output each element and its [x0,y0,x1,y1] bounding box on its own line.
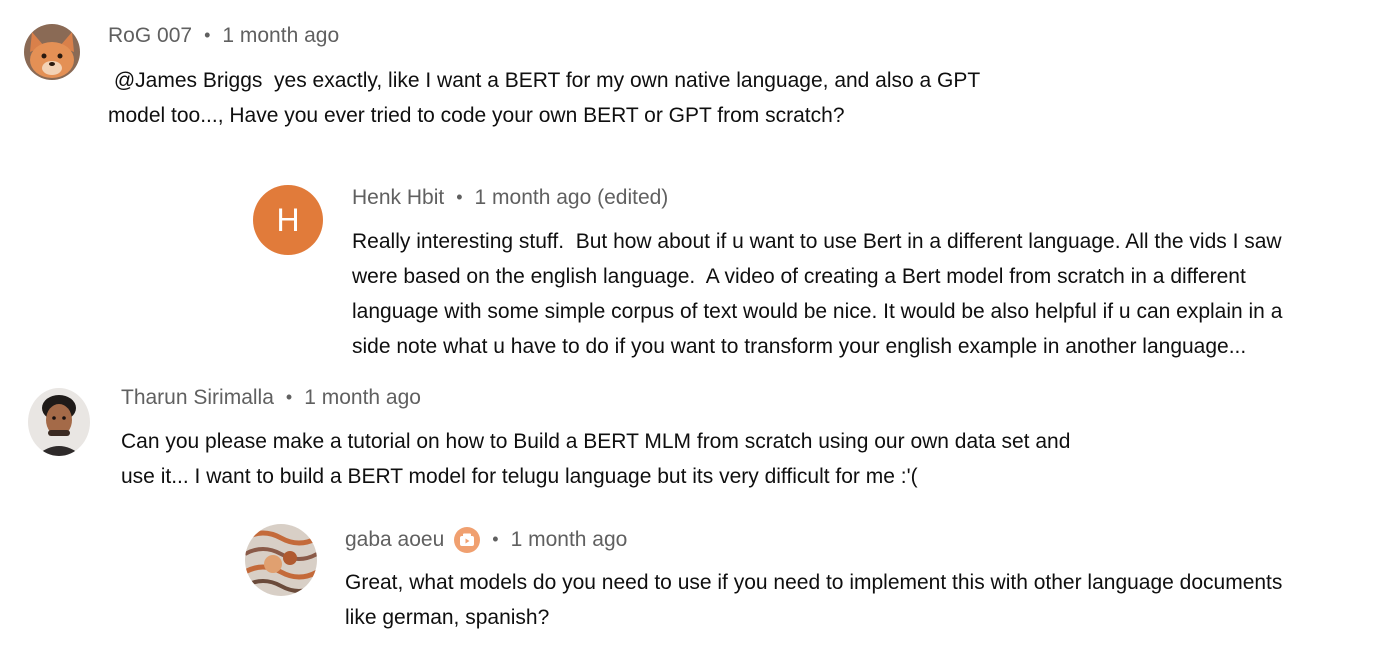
comment-text: Great, what models do you need to use if… [345,571,1283,629]
comment-meta: Tharun Sirimalla • 1 month ago [121,386,421,410]
avatar-gaba-aoeu[interactable] [245,524,317,596]
meta-separator: • [456,186,463,207]
author-name[interactable]: gaba aoeu [345,528,444,552]
meta-separator: • [492,528,499,549]
comment-text: @James Briggs yes exactly, like I want a… [108,69,981,127]
comment-text: Can you please make a tutorial on how to… [121,430,1071,488]
member-badge-icon [454,527,481,553]
comment-meta: RoG 007 • 1 month ago [108,24,339,48]
avatar-tharun-sirimalla[interactable] [28,388,90,456]
comment-meta: gaba aoeu • 1 month ago [345,527,627,553]
comment-timestamp[interactable]: 1 month ago [222,24,339,48]
fox-avatar-icon [24,24,80,80]
comment-text: Really interesting stuff. But how about … [352,230,1283,358]
avatar-henk-hbit[interactable]: H [253,185,323,255]
avatar-rog-007[interactable] [24,24,80,80]
avatar-letter: H [276,201,300,238]
person-avatar-icon [28,388,90,456]
comment-meta: Henk Hbit • 1 month ago (edited) [352,186,668,210]
author-name[interactable]: RoG 007 [108,24,192,48]
author-name[interactable]: Tharun Sirimalla [121,386,274,410]
pattern-avatar-icon [245,524,317,596]
comment-timestamp[interactable]: 1 month ago (edited) [475,186,669,210]
meta-separator: • [204,24,211,45]
meta-separator: • [285,386,293,407]
comment-timestamp[interactable]: 1 month ago [511,528,628,552]
comment-timestamp[interactable]: 1 month ago [304,386,421,410]
author-name[interactable]: Henk Hbit [352,186,444,210]
